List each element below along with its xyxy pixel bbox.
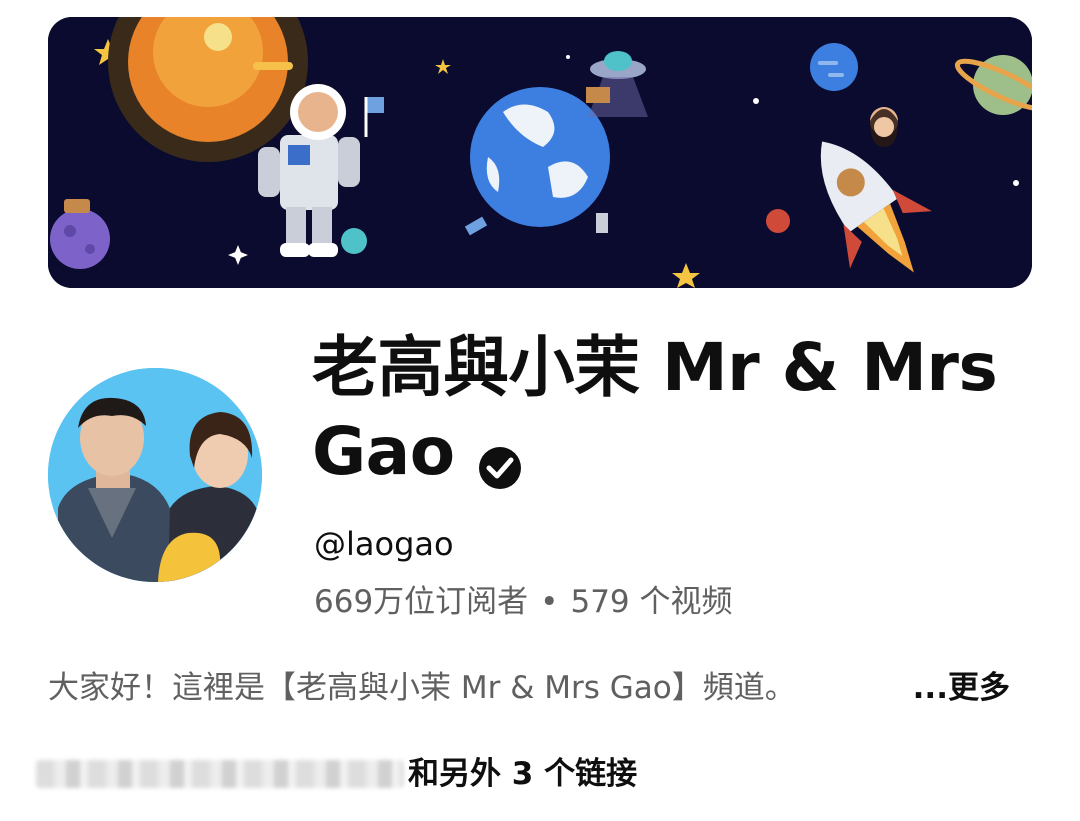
channel-handle: @laogao	[314, 525, 454, 563]
video-count: 579 个视频	[570, 584, 733, 620]
description-text: 大家好！這裡是【老高與小茉 Mr & Mrs Gao】頻道。	[48, 670, 796, 706]
channel-links[interactable]: 和另外 3 个链接	[36, 750, 736, 798]
verified-check-icon	[477, 427, 523, 489]
redacted-link	[36, 760, 404, 788]
subscriber-count: 669万位订阅者	[314, 584, 529, 620]
space-illustration	[48, 17, 1032, 288]
more-links-text[interactable]: 和另外 3 个链接	[408, 750, 637, 798]
channel-description[interactable]: 大家好！這裡是【老高與小茉 Mr & Mrs Gao】頻道。 ...更多	[48, 666, 1032, 710]
channel-stats: 669万位订阅者 • 579 个视频	[314, 580, 733, 624]
stats-separator: •	[540, 584, 559, 620]
channel-name-text: 老高與小茉 Mr & Mrs Gao	[312, 329, 998, 490]
channel-banner	[48, 17, 1032, 288]
avatar-photo	[48, 368, 262, 582]
channel-name: 老高與小茉 Mr & Mrs Gao	[312, 326, 1032, 494]
more-button[interactable]: ...更多	[913, 666, 1010, 710]
channel-avatar[interactable]	[48, 368, 262, 582]
